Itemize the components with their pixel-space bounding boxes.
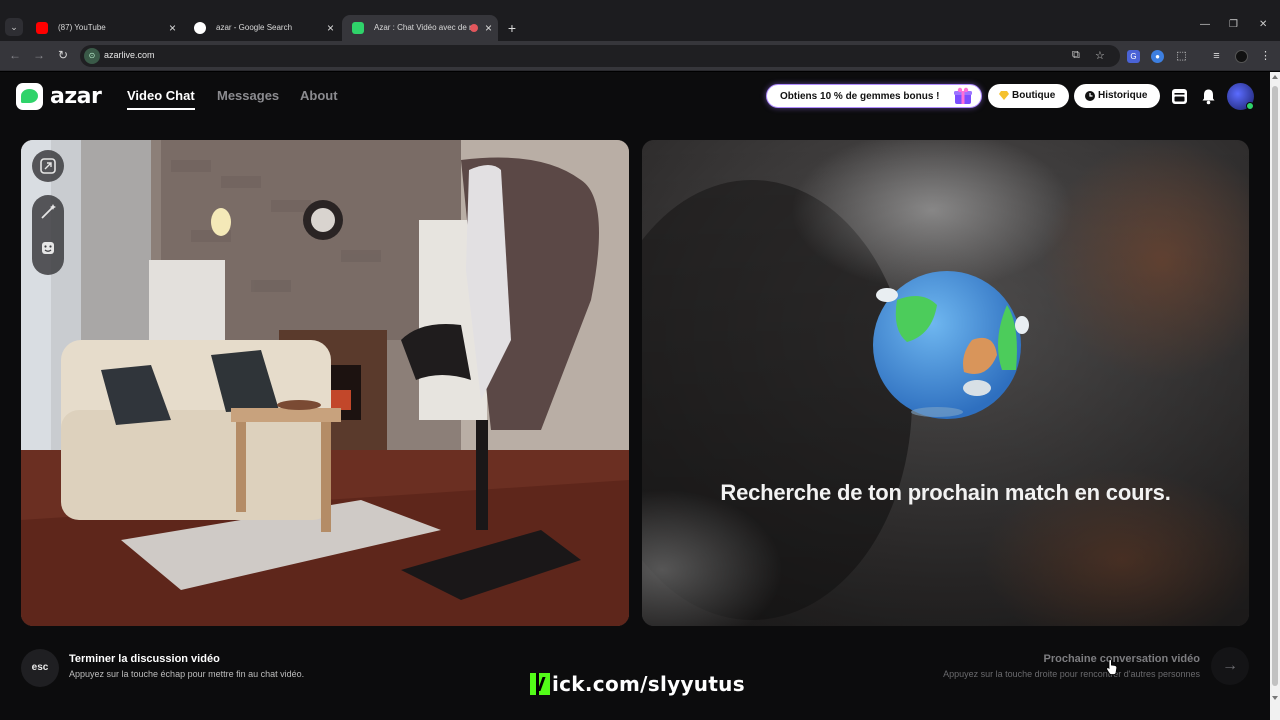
extension-blue-icon[interactable]: ●: [1151, 50, 1164, 63]
shop-label: Boutique: [1012, 90, 1056, 101]
azar-logo-icon: [16, 82, 43, 110]
logo-text: azar: [50, 83, 102, 109]
scrollbar-thumb[interactable]: [1272, 86, 1278, 686]
google-icon: [194, 22, 206, 34]
close-icon[interactable]: ×: [485, 15, 492, 41]
tab-title: (87) YouTube: [58, 23, 106, 32]
tab-title: azar - Google Search: [216, 23, 293, 32]
reload-icon[interactable]: ↻: [56, 48, 70, 62]
azar-page: azar Video Chat Messages About Obtiens 1…: [0, 72, 1270, 720]
url-text: azarlive.com: [104, 50, 155, 60]
nav-messages[interactable]: Messages: [217, 88, 279, 103]
tab-azar[interactable]: Azar : Chat Vidéo avec de n ×: [342, 15, 498, 41]
recording-icon: [470, 24, 478, 32]
kick-channel-text: ick.com/slyyutus: [552, 672, 745, 696]
bookmark-star-icon[interactable]: ☆: [1095, 49, 1105, 62]
address-bar[interactable]: ⊙ azarlive.com ⧉ ☆: [80, 45, 1120, 67]
nav-about[interactable]: About: [300, 88, 338, 103]
next-chat-arrow-button[interactable]: →: [1211, 647, 1249, 685]
searching-status-text: Recherche de ton prochain match en cours…: [720, 480, 1171, 505]
self-camera-video: [21, 140, 629, 626]
camera-tool-rail: [32, 150, 64, 276]
next-chat-hint: Appuyez sur la touche droite pour rencon…: [943, 669, 1200, 679]
close-icon[interactable]: ×: [327, 15, 334, 41]
end-chat-title: Terminer la discussion vidéo: [69, 653, 220, 665]
nav-video-chat[interactable]: Video Chat: [127, 88, 195, 110]
inbox-icon[interactable]: [1171, 88, 1188, 105]
browser-menu-icon[interactable]: ⋮: [1259, 50, 1272, 63]
match-search-panel: Recherche de ton prochain match en cours…: [642, 140, 1249, 626]
end-chat-hint: Appuyez sur la touche échap pour mettre …: [69, 669, 305, 679]
bonus-gems-promo-button[interactable]: Obtiens 10 % de gemmes bonus !: [766, 84, 982, 108]
new-tab-button[interactable]: +: [505, 15, 519, 41]
scroll-down-icon[interactable]: [1272, 696, 1278, 700]
gift-icon: [954, 87, 972, 104]
tab-youtube[interactable]: (87) YouTube ×: [26, 15, 182, 41]
next-chat-title: Prochaine conversation vidéo: [1043, 653, 1201, 665]
extension-translate-icon[interactable]: G: [1127, 50, 1140, 63]
user-avatar[interactable]: [1227, 83, 1254, 110]
history-button[interactable]: Historique: [1074, 84, 1160, 108]
hand-cursor-icon: [1106, 659, 1118, 675]
scroll-up-icon[interactable]: [1272, 75, 1278, 79]
browser-tab-bar: ⌄ (87) YouTube × azar - Google Search × …: [0, 0, 1280, 41]
expand-icon[interactable]: [32, 150, 64, 182]
media-controls-icon[interactable]: ≡: [1210, 50, 1223, 63]
minimize-icon[interactable]: —: [1200, 19, 1210, 30]
blurred-background: [642, 140, 1249, 626]
page-scrollbar[interactable]: [1270, 72, 1280, 720]
youtube-icon: [36, 22, 48, 34]
restore-icon[interactable]: ❐: [1229, 19, 1238, 30]
extensions-puzzle-icon[interactable]: ⬚: [1175, 50, 1188, 63]
shop-button[interactable]: Boutique: [988, 84, 1069, 108]
online-status-icon: [1246, 102, 1254, 110]
history-label: Historique: [1098, 90, 1148, 101]
back-icon[interactable]: ←: [8, 48, 22, 62]
profile-avatar-icon[interactable]: [1235, 50, 1248, 63]
azar-icon: [352, 22, 364, 34]
forward-icon[interactable]: →: [32, 48, 46, 62]
notification-bell-icon[interactable]: [1200, 88, 1217, 105]
end-chat-esc-button[interactable]: esc: [21, 649, 59, 687]
site-info-icon[interactable]: ⊙: [84, 48, 100, 64]
install-app-icon[interactable]: ⧉: [1072, 49, 1080, 62]
camera-feed-image: [21, 140, 629, 626]
kick-logo-icon: [530, 673, 550, 695]
azar-logo[interactable]: azar: [16, 82, 102, 110]
tab-title: Azar : Chat Vidéo avec de n: [374, 23, 474, 32]
close-icon[interactable]: ×: [169, 15, 176, 41]
clock-icon: [1085, 91, 1095, 101]
tab-search-button[interactable]: ⌄: [5, 18, 23, 36]
face-mask-icon[interactable]: [32, 232, 64, 264]
promo-text: Obtiens 10 % de gemmes bonus !: [780, 91, 940, 102]
kick-stream-overlay: ick.com/slyyutus: [530, 670, 745, 698]
close-window-icon[interactable]: ✕: [1259, 19, 1267, 30]
browser-toolbar: ← → ↻ ⊙ azarlive.com ⧉ ☆ G ● ⬚ ≡ ⋮: [0, 41, 1280, 71]
gem-icon: [999, 91, 1009, 100]
tab-google-search[interactable]: azar - Google Search ×: [184, 15, 340, 41]
magic-wand-icon[interactable]: [32, 196, 64, 228]
